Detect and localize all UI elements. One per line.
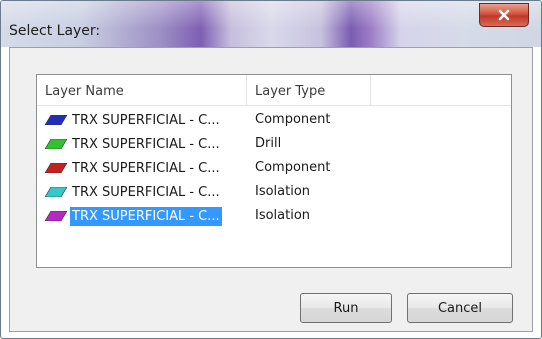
layer-color-icon: [45, 163, 67, 173]
list-item[interactable]: TRX SUPERFICIAL - C... Component: [37, 109, 511, 133]
layer-name: TRX SUPERFICIAL - C...: [70, 206, 222, 226]
layer-name-cell: TRX SUPERFICIAL - C...: [45, 205, 222, 227]
layer-type: Component: [255, 112, 331, 127]
layer-name: TRX SUPERFICIAL - C...: [72, 184, 220, 200]
layer-name-cell: TRX SUPERFICIAL - C...: [45, 133, 222, 155]
layer-list[interactable]: Layer Name Layer Type TRX SUPERFICIAL - …: [36, 74, 512, 268]
list-item[interactable]: TRX SUPERFICIAL - C... Isolation: [37, 181, 511, 205]
title-bar[interactable]: Select Layer:: [1, 1, 541, 47]
layer-color-icon: [45, 211, 67, 221]
dialog-body: Layer Name Layer Type TRX SUPERFICIAL - …: [9, 47, 533, 332]
layer-name-cell: TRX SUPERFICIAL - C...: [45, 181, 222, 203]
cancel-button[interactable]: Cancel: [407, 293, 513, 323]
layer-name: TRX SUPERFICIAL - C...: [72, 112, 220, 128]
layer-color-icon: [45, 187, 67, 197]
list-item[interactable]: TRX SUPERFICIAL - C... Component: [37, 157, 511, 181]
layer-type: Isolation: [255, 184, 311, 199]
layer-name: TRX SUPERFICIAL - C...: [72, 136, 220, 152]
layer-name-cell: TRX SUPERFICIAL - C...: [45, 157, 222, 179]
layer-name-cell: TRX SUPERFICIAL - C...: [45, 109, 222, 131]
layer-type: Isolation: [255, 208, 311, 223]
run-button[interactable]: Run: [300, 293, 392, 323]
layer-color-icon: [45, 139, 67, 149]
list-item[interactable]: TRX SUPERFICIAL - C... Drill: [37, 133, 511, 157]
list-item-selected[interactable]: TRX SUPERFICIAL - C... Isolation: [37, 205, 511, 229]
close-icon: [498, 9, 510, 21]
layer-name: TRX SUPERFICIAL - C...: [72, 160, 220, 176]
layer-type: Component: [255, 160, 331, 175]
window-title: Select Layer:: [9, 23, 101, 39]
layer-type: Drill: [255, 136, 282, 151]
column-header-layer-name[interactable]: Layer Name: [37, 75, 247, 105]
close-button[interactable]: [479, 3, 529, 27]
layer-color-icon: [45, 115, 67, 125]
select-layer-dialog: Select Layer: Layer Name Layer Type TRX …: [0, 0, 542, 339]
column-header-layer-type[interactable]: Layer Type: [247, 75, 371, 105]
list-header: Layer Name Layer Type: [37, 75, 511, 106]
